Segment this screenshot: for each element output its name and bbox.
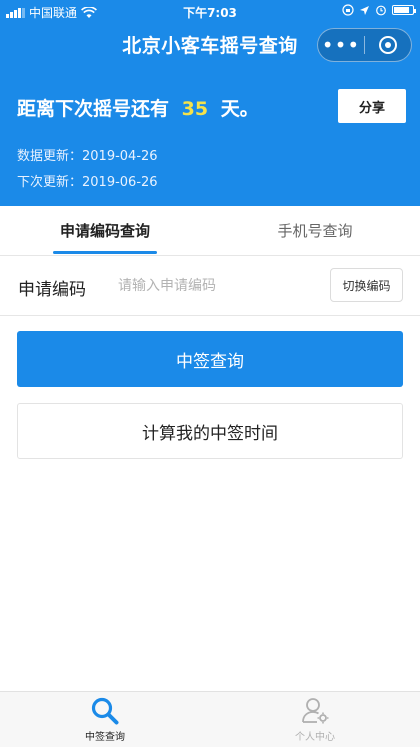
page-title: 北京小客车摇号查询	[122, 35, 298, 57]
close-button[interactable]	[365, 29, 411, 61]
user-settings-icon	[299, 696, 331, 726]
more-button[interactable]: •••	[318, 29, 364, 61]
lottery-query-button[interactable]: 中签查询	[17, 331, 403, 387]
status-bar: 中国联通 下午7:03	[0, 0, 420, 22]
bottom-tab-bar: 中签查询 个人中心	[0, 691, 420, 747]
countdown-text: 距离下次摇号还有 35 天。	[17, 94, 259, 121]
location-icon	[360, 5, 369, 15]
application-code-label: 申请编码	[18, 280, 86, 300]
bottom-tab-query-label: 中签查询	[85, 732, 125, 743]
tab-phone-number[interactable]: 手机号查询	[210, 206, 420, 255]
next-update-date: 下次更新：2019-06-26	[17, 175, 158, 190]
mini-program-capsule: •••	[317, 28, 412, 62]
share-button[interactable]: 分享	[338, 89, 406, 123]
countdown-days: 35	[181, 98, 209, 120]
header-panel: 中国联通 下午7:03 北京小客车摇号查询 ••• 距离下次摇号还有 35 天。…	[0, 0, 420, 206]
close-circle-icon	[379, 36, 397, 54]
orientation-lock-icon	[342, 4, 354, 16]
bottom-tab-profile-label: 个人中心	[295, 732, 335, 743]
battery-icon	[392, 5, 416, 15]
query-tabs: 申请编码查询 手机号查询	[0, 206, 420, 256]
switch-code-button[interactable]: 切换编码	[330, 268, 403, 302]
bottom-tab-profile[interactable]: 个人中心	[210, 692, 420, 747]
application-code-input[interactable]	[118, 273, 318, 299]
alarm-icon	[376, 5, 386, 16]
bottom-tab-query[interactable]: 中签查询	[0, 692, 210, 747]
data-update-date: 数据更新：2019-04-26	[17, 149, 158, 164]
countdown-suffix: 天。	[220, 98, 259, 120]
battery-level	[394, 7, 410, 13]
status-right	[342, 4, 416, 16]
search-icon	[89, 696, 121, 726]
tab-application-code[interactable]: 申请编码查询	[0, 206, 210, 255]
calculate-win-time-button[interactable]: 计算我的中签时间	[17, 403, 403, 459]
more-icon: •••	[321, 33, 361, 57]
countdown-prefix: 距离下次摇号还有	[17, 98, 170, 120]
application-code-row: 申请编码 切换编码	[0, 256, 420, 316]
